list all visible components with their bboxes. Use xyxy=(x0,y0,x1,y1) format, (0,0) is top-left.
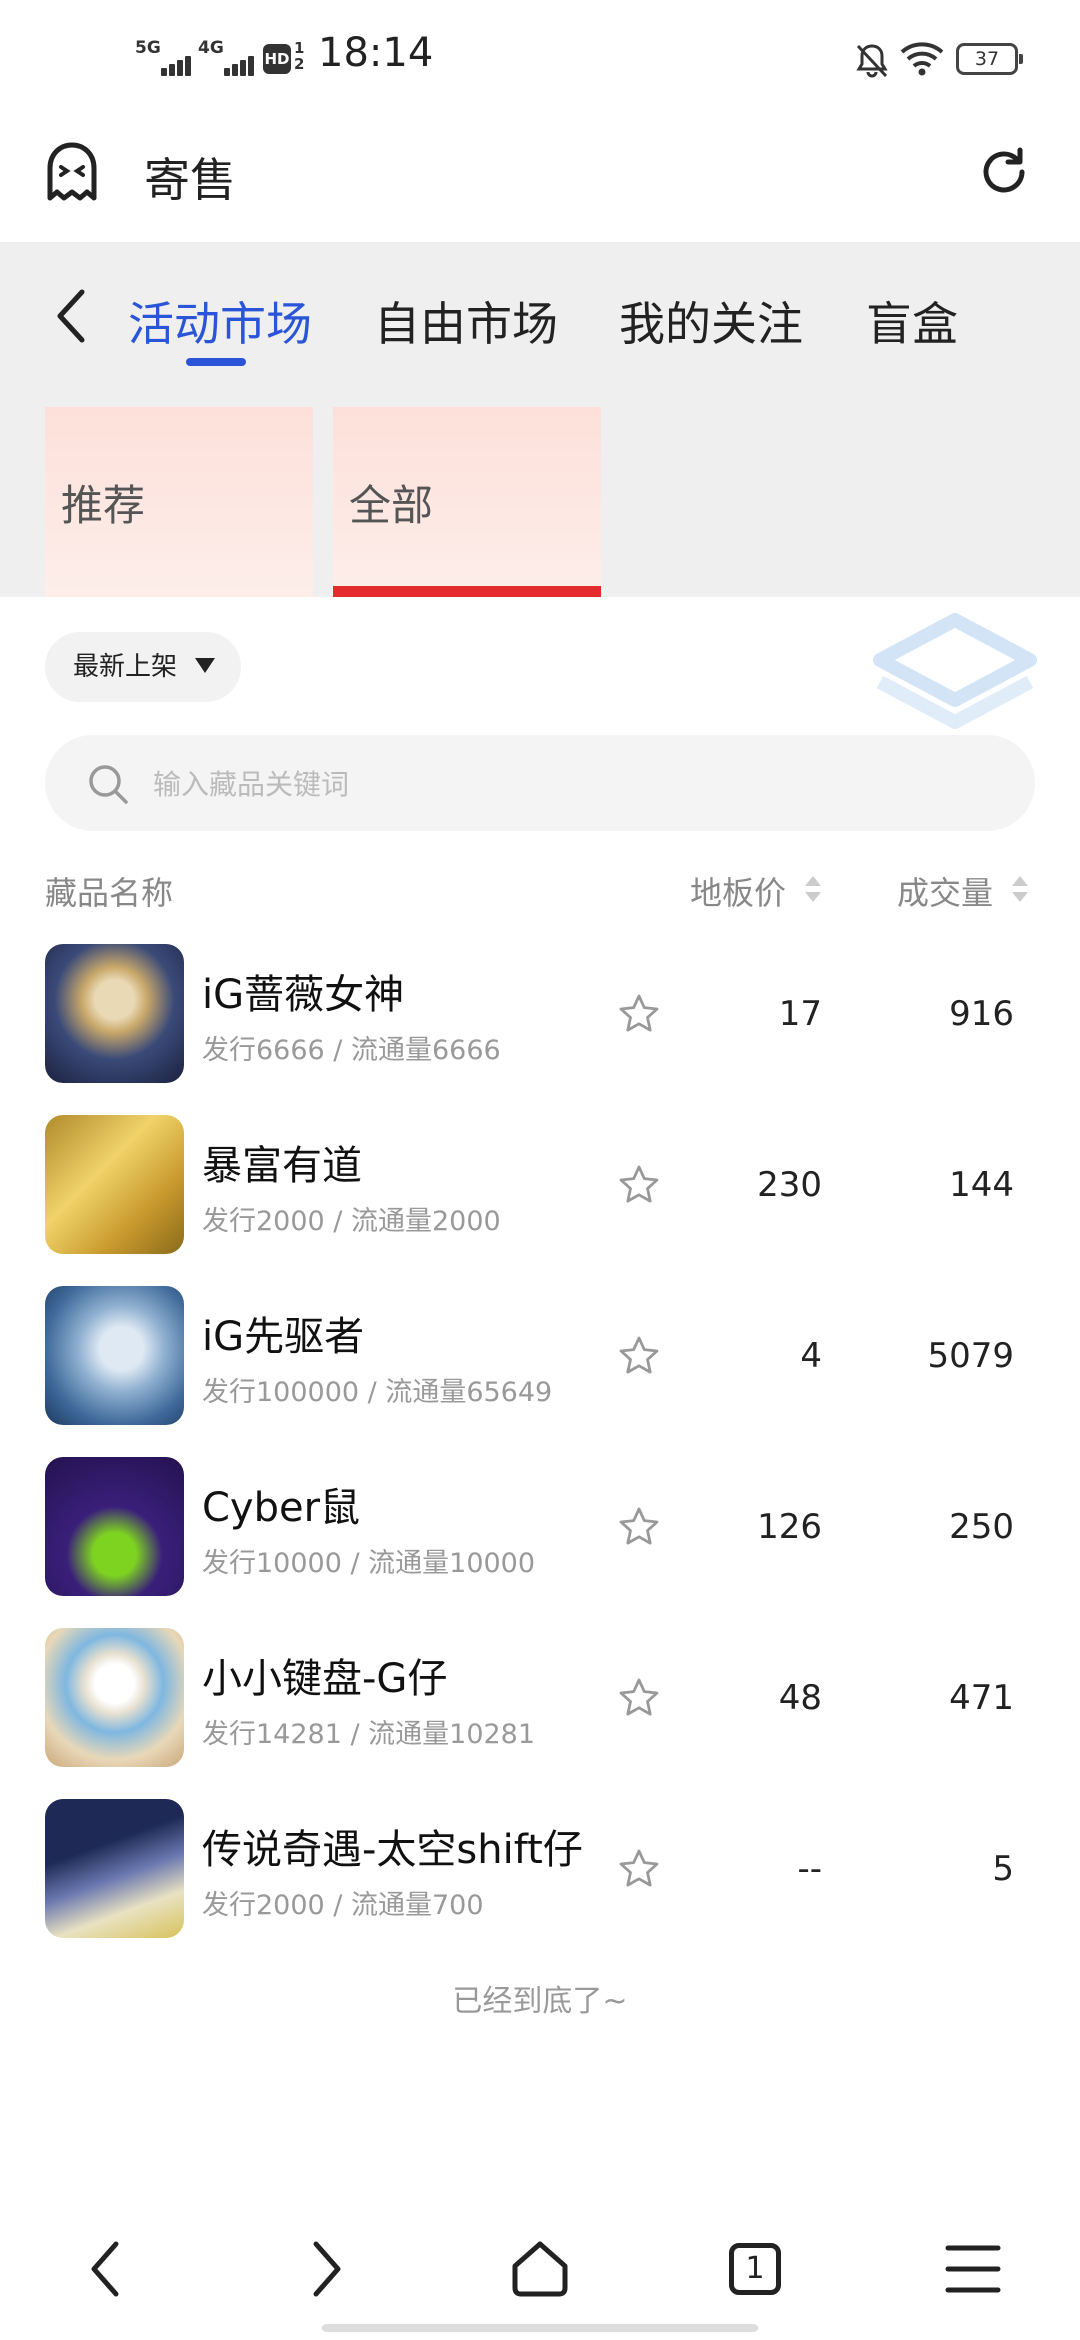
subtab-recommended-label: 推荐 xyxy=(61,481,146,530)
tab-blind-box[interactable]: 盲盒 xyxy=(866,288,958,354)
item-thumbnail xyxy=(45,1286,184,1425)
subtab-recommended[interactable]: 推荐 xyxy=(45,407,313,597)
item-volume: 916 xyxy=(949,994,1014,1034)
home-icon[interactable] xyxy=(505,2234,575,2304)
item-name: 小小键盘-G仔 xyxy=(202,1656,448,1702)
subtab-underline xyxy=(333,586,601,597)
item-thumbnail xyxy=(45,1457,184,1596)
star-icon[interactable] xyxy=(618,1506,660,1546)
end-of-list-message: 已经到底了~ xyxy=(452,1984,628,2019)
item-supply: 发行2000 / 流通量700 xyxy=(202,1890,484,1921)
star-icon[interactable] xyxy=(618,1335,660,1375)
forward-icon[interactable] xyxy=(290,2234,360,2304)
menu-icon[interactable] xyxy=(938,2234,1008,2304)
tab-count: 1 xyxy=(729,2243,781,2295)
status-bar: 5G 4G HD 1 2 18:14 37 xyxy=(0,0,1080,110)
item-supply: 发行100000 / 流通量65649 xyxy=(202,1377,553,1408)
volume-sort-icon[interactable] xyxy=(1010,874,1030,904)
item-name: Cyber鼠 xyxy=(202,1485,361,1531)
tab-free-market[interactable]: 自由市场 xyxy=(374,288,558,354)
item-supply: 发行10000 / 流通量10000 xyxy=(202,1548,536,1579)
table-row[interactable]: iG先驱者 发行100000 / 流通量65649 4 5079 xyxy=(0,1286,1080,1457)
item-volume: 471 xyxy=(949,1678,1014,1718)
item-thumbnail xyxy=(45,944,184,1083)
chevron-left-icon[interactable] xyxy=(52,286,92,346)
hd-sub: 1 2 xyxy=(294,39,305,73)
subtab-all[interactable]: 全部 xyxy=(333,407,601,597)
price-sort-icon[interactable] xyxy=(803,874,823,904)
item-supply: 发行14281 / 流通量10281 xyxy=(202,1719,536,1750)
star-icon[interactable] xyxy=(618,1164,660,1204)
table-row[interactable]: 小小键盘-G仔 发行14281 / 流通量10281 48 471 xyxy=(0,1628,1080,1799)
hd-badge: HD xyxy=(263,44,291,74)
col-header-price[interactable]: 地板价 xyxy=(690,868,786,914)
refresh-icon[interactable] xyxy=(976,144,1032,200)
search-input[interactable]: 输入藏品关键词 xyxy=(45,735,1035,831)
gesture-home-bar[interactable] xyxy=(322,2324,758,2332)
tab-underline xyxy=(186,358,246,366)
search-placeholder: 输入藏品关键词 xyxy=(153,768,350,801)
item-floor-price: -- xyxy=(797,1849,822,1889)
sort-label: 最新上架 xyxy=(73,652,178,682)
tab-activity-market[interactable]: 活动市场 xyxy=(128,288,312,354)
table-row[interactable]: iG蔷薇女神 发行6666 / 流通量6666 17 916 xyxy=(0,944,1080,1115)
signal1-label: 5G xyxy=(135,38,161,58)
item-name: 暴富有道 xyxy=(202,1143,362,1189)
back-icon[interactable] xyxy=(72,2234,142,2304)
clock: 18:14 xyxy=(318,30,434,76)
wifi-icon xyxy=(900,42,944,76)
item-supply: 发行6666 / 流通量6666 xyxy=(202,1035,501,1066)
item-floor-price: 17 xyxy=(778,994,822,1034)
table-row[interactable]: 传说奇遇-太空shift仔 发行2000 / 流通量700 -- 5 xyxy=(0,1799,1080,1970)
item-volume: 5 xyxy=(992,1849,1014,1889)
subtab-all-label: 全部 xyxy=(349,481,434,530)
item-thumbnail xyxy=(45,1628,184,1767)
item-name: iG先驱者 xyxy=(202,1314,365,1360)
star-icon[interactable] xyxy=(618,993,660,1033)
tab-my-follows[interactable]: 我的关注 xyxy=(619,288,803,354)
col-header-name: 藏品名称 xyxy=(45,874,174,912)
item-thumbnail xyxy=(45,1799,184,1938)
col-header-volume[interactable]: 成交量 xyxy=(897,868,993,914)
signal2-label: 4G xyxy=(198,38,224,58)
ghost-icon xyxy=(47,142,97,201)
star-icon[interactable] xyxy=(618,1677,660,1717)
app-header: 寄售 xyxy=(0,110,1080,242)
item-name: 传说奇遇-太空shift仔 xyxy=(202,1827,583,1873)
table-row[interactable]: Cyber鼠 发行10000 / 流通量10000 126 250 xyxy=(0,1457,1080,1628)
page-title: 寄售 xyxy=(144,153,236,207)
item-floor-price: 48 xyxy=(778,1678,822,1718)
item-volume: 144 xyxy=(949,1165,1014,1205)
tabs-icon[interactable]: 1 xyxy=(720,2234,790,2304)
star-icon[interactable] xyxy=(618,1848,660,1888)
bell-off-icon xyxy=(856,44,888,78)
item-floor-price: 4 xyxy=(800,1336,822,1376)
browser-nav-bar: 1 xyxy=(0,2220,1080,2340)
item-volume: 250 xyxy=(949,1507,1014,1547)
market-tabs: 活动市场 自由市场 我的关注 盲盒 推荐 全部 xyxy=(0,242,1080,597)
item-volume: 5079 xyxy=(927,1336,1014,1376)
search-icon xyxy=(89,765,128,804)
caret-down-icon xyxy=(195,658,215,673)
item-name: iG蔷薇女神 xyxy=(202,972,405,1018)
item-floor-price: 126 xyxy=(757,1507,822,1547)
battery-icon: 37 xyxy=(956,43,1023,75)
table-row[interactable]: 暴富有道 发行2000 / 流通量2000 230 144 xyxy=(0,1115,1080,1286)
brand-watermark-icon xyxy=(873,613,1037,729)
item-supply: 发行2000 / 流通量2000 xyxy=(202,1206,501,1237)
signal-4g-icon: 4G xyxy=(198,38,258,76)
item-thumbnail xyxy=(45,1115,184,1254)
signal-5g-icon: 5G xyxy=(135,38,195,76)
sort-dropdown[interactable]: 最新上架 xyxy=(45,632,241,702)
item-floor-price: 230 xyxy=(757,1165,822,1205)
